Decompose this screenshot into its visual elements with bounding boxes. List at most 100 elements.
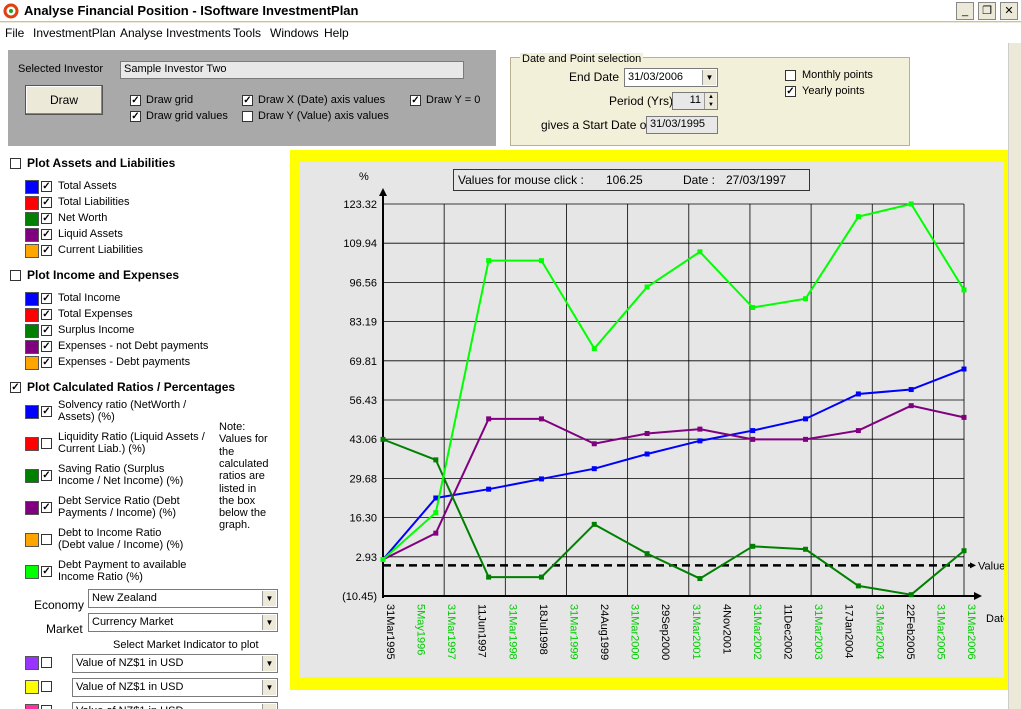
plot-income-checkbox[interactable] <box>10 270 21 281</box>
income-item-checkbox[interactable]: ✓ <box>41 293 52 304</box>
assets-item-checkbox[interactable]: ✓ <box>41 197 52 208</box>
draw-button[interactable]: Draw <box>25 85 103 115</box>
indicator-checkbox[interactable] <box>41 705 52 709</box>
period-spin-icon[interactable]: ▲ ▼ <box>704 93 717 109</box>
ratio-checkbox[interactable] <box>41 534 52 545</box>
chevron-down-icon[interactable]: ▼ <box>262 615 276 630</box>
income-item-color-swatch[interactable] <box>25 356 39 370</box>
draw-y-axis-checkbox[interactable] <box>242 111 253 122</box>
restore-button[interactable]: ❐ <box>978 2 996 20</box>
draw-y-zero-checkbox[interactable]: ✓ <box>410 95 421 106</box>
indicator-color-swatch[interactable] <box>25 704 39 709</box>
close-button[interactable]: ✕ <box>1000 2 1018 20</box>
yearly-points-checkbox[interactable]: ✓ <box>785 86 796 97</box>
chevron-down-icon[interactable]: ▼ <box>262 704 276 709</box>
draw-x-axis-label: Draw X (Date) axis values <box>258 94 386 106</box>
draw-x-axis-checkbox[interactable]: ✓ <box>242 95 253 106</box>
x-tick-label: 31Mar2003 <box>812 604 824 660</box>
ratio-checkbox[interactable]: ✓ <box>41 566 52 577</box>
indicator-color-swatch[interactable] <box>25 680 39 694</box>
income-item-color-swatch[interactable] <box>25 308 39 322</box>
indicator-checkbox[interactable] <box>41 681 52 692</box>
income-item-color-swatch[interactable] <box>25 324 39 338</box>
ratio-label-cont: (Debt value / Income) (%) <box>58 539 184 551</box>
draw-y-zero-label: Draw Y = 0 <box>426 94 481 106</box>
data-point <box>644 451 650 457</box>
ratio-checkbox[interactable]: ✓ <box>41 470 52 481</box>
minimize-button[interactable]: _ <box>956 2 974 20</box>
indicator-dropdown[interactable]: Value of NZ$1 in USD ▼ <box>72 678 278 697</box>
ratio-checkbox[interactable]: ✓ <box>41 406 52 417</box>
menu-windows[interactable]: Windows <box>270 26 319 40</box>
ratio-color-swatch[interactable] <box>25 437 39 451</box>
assets-item-label: Net Worth <box>58 212 108 224</box>
ratio-chart[interactable]: 123.32 109.94 96.56 83.19 69.81 56.43 43.06 29.… <box>300 162 1004 677</box>
x-tick-label: 4Nov2001 <box>720 604 732 654</box>
data-point <box>486 574 492 580</box>
x-tick-label: 31Mar2004 <box>873 604 885 660</box>
ratio-checkbox[interactable]: ✓ <box>41 502 52 513</box>
x-tick-label: 11Jun1997 <box>476 604 488 658</box>
economy-dropdown[interactable]: New Zealand ▼ <box>88 589 278 608</box>
assets-item-checkbox[interactable]: ✓ <box>41 181 52 192</box>
data-point <box>538 476 544 482</box>
menu-file[interactable]: File <box>5 26 24 40</box>
indicator-value: Value of NZ$1 in USD <box>76 657 184 669</box>
vertical-scrollbar[interactable] <box>1008 43 1021 709</box>
chevron-down-icon[interactable]: ▼ <box>262 591 276 606</box>
end-date-dropdown[interactable]: 31/03/2006 ▼ <box>624 68 718 87</box>
indicator-dropdown[interactable]: Value of NZ$1 in USD ▼ <box>72 654 278 673</box>
data-point <box>803 296 809 302</box>
draw-grid-values-checkbox[interactable]: ✓ <box>130 111 141 122</box>
assets-item-label: Total Assets <box>58 180 117 192</box>
menu-analyse-investments[interactable]: Analyse Investments <box>120 26 231 40</box>
chevron-down-icon[interactable]: ▼ <box>702 70 716 85</box>
income-item-color-swatch[interactable] <box>25 292 39 306</box>
ratio-color-swatch[interactable] <box>25 565 39 579</box>
indicator-dropdown[interactable]: Value of NZ$1 in USD ▼ <box>72 702 278 709</box>
ratio-color-swatch[interactable] <box>25 533 39 547</box>
x-tick-label: 31Mar1998 <box>506 604 518 660</box>
indicator-color-swatch[interactable] <box>25 656 39 670</box>
menu-help[interactable]: Help <box>324 26 349 40</box>
market-dropdown[interactable]: Currency Market ▼ <box>88 613 278 632</box>
assets-item-label: Current Liabilities <box>58 244 143 256</box>
selected-investor-field: Sample Investor Two <box>120 61 464 79</box>
period-value: 11 <box>689 94 701 106</box>
menu-tools[interactable]: Tools <box>233 26 261 40</box>
ratio-color-swatch[interactable] <box>25 501 39 515</box>
app-icon <box>3 3 19 19</box>
indicator-checkbox[interactable] <box>41 657 52 668</box>
draw-grid-values-label: Draw grid values <box>146 110 228 122</box>
menu-investmentplan[interactable]: InvestmentPlan <box>33 26 116 40</box>
income-item-color-swatch[interactable] <box>25 340 39 354</box>
monthly-points-checkbox[interactable] <box>785 70 796 81</box>
income-item-label: Expenses - Debt payments <box>58 356 191 368</box>
assets-item-color-swatch[interactable] <box>25 212 39 226</box>
end-date-value: 31/03/2006 <box>628 71 684 83</box>
income-item-checkbox[interactable]: ✓ <box>41 341 52 352</box>
assets-item-color-swatch[interactable] <box>25 228 39 242</box>
plot-ratios-checkbox[interactable]: ✓ <box>10 382 21 393</box>
draw-grid-checkbox[interactable]: ✓ <box>130 95 141 106</box>
assets-item-color-swatch[interactable] <box>25 180 39 194</box>
data-point <box>538 574 544 580</box>
ratio-checkbox[interactable] <box>41 438 52 449</box>
ratios-note-line: calculated <box>219 457 269 470</box>
chevron-down-icon[interactable]: ▼ <box>262 656 276 671</box>
assets-item-checkbox[interactable]: ✓ <box>41 229 52 240</box>
plot-assets-checkbox[interactable] <box>10 158 21 169</box>
income-item-checkbox[interactable]: ✓ <box>41 309 52 320</box>
y-unit-label: % <box>359 171 369 183</box>
ratio-color-swatch[interactable] <box>25 405 39 419</box>
chevron-down-icon[interactable]: ▼ <box>262 680 276 695</box>
ratio-color-swatch[interactable] <box>25 469 39 483</box>
assets-item-color-swatch[interactable] <box>25 244 39 258</box>
indicator-value: Value of NZ$1 in USD <box>76 705 183 709</box>
income-item-checkbox[interactable]: ✓ <box>41 325 52 336</box>
assets-item-checkbox[interactable]: ✓ <box>41 213 52 224</box>
y-tick-label: (10.45) <box>342 591 377 603</box>
assets-item-color-swatch[interactable] <box>25 196 39 210</box>
assets-item-checkbox[interactable]: ✓ <box>41 245 52 256</box>
income-item-checkbox[interactable]: ✓ <box>41 357 52 368</box>
